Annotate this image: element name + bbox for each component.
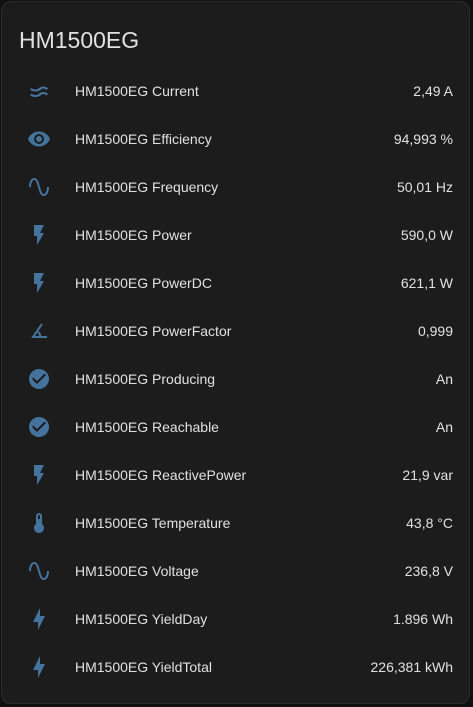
entity-label: HM1500EG Power bbox=[75, 227, 192, 243]
entity-row[interactable]: HM1500EG YieldDay 1.896 Wh bbox=[2, 595, 469, 643]
entity-row[interactable]: HM1500EG Voltage 236,8 V bbox=[2, 547, 469, 595]
entity-value: 1.896 Wh bbox=[393, 611, 453, 627]
entity-value: 43,8 °C bbox=[406, 515, 453, 531]
thermometer-icon bbox=[27, 511, 51, 535]
entity-label: HM1500EG YieldDay bbox=[75, 611, 208, 627]
entity-value: 621,1 W bbox=[400, 275, 453, 291]
entity-value: 236,8 V bbox=[404, 563, 453, 579]
lightning-bolt-icon bbox=[27, 607, 51, 631]
entity-label: HM1500EG ReactivePower bbox=[75, 467, 247, 483]
entity-row[interactable]: HM1500EG PowerDC 621,1 W bbox=[2, 259, 469, 307]
entity-row[interactable]: HM1500EG PowerFactor 0,999 bbox=[2, 307, 469, 355]
entity-value: 226,381 kWh bbox=[370, 659, 454, 675]
entity-label: HM1500EG Producing bbox=[75, 371, 216, 387]
entity-value: 0,999 bbox=[417, 323, 453, 339]
entity-value: 590,0 W bbox=[400, 227, 453, 243]
lightning-bolt-icon bbox=[27, 655, 51, 679]
entity-value: 94,993 % bbox=[393, 131, 453, 147]
angle-acute-icon bbox=[27, 319, 51, 343]
flash-icon bbox=[27, 223, 51, 247]
flash-icon bbox=[27, 463, 51, 487]
entity-label: HM1500EG Current bbox=[75, 83, 199, 99]
entity-label: HM1500EG Temperature bbox=[75, 515, 231, 531]
sine-wave-icon bbox=[27, 175, 51, 199]
entity-row[interactable]: HM1500EG Producing An bbox=[2, 355, 469, 403]
entities-card: HM1500EG HM1500EG Current 2,49 A HM1500EG … bbox=[1, 1, 470, 704]
check-circle-icon bbox=[27, 367, 51, 391]
entity-value: An bbox=[435, 419, 453, 435]
entity-value: An bbox=[435, 371, 453, 387]
entity-row[interactable]: HM1500EG ReactivePower 21,9 var bbox=[2, 451, 469, 499]
entity-list: HM1500EG Current 2,49 A HM1500EG Efficienc… bbox=[2, 67, 469, 691]
card-title: HM1500EG bbox=[19, 27, 140, 53]
eye-icon bbox=[27, 127, 51, 151]
entity-value: 21,9 var bbox=[402, 467, 453, 483]
sine-wave-icon bbox=[27, 559, 51, 583]
current-ac-icon bbox=[27, 79, 51, 103]
entity-row[interactable]: HM1500EG Efficiency 94,993 % bbox=[2, 115, 469, 163]
entity-row[interactable]: HM1500EG YieldTotal 226,381 kWh bbox=[2, 643, 469, 691]
entity-label: HM1500EG Voltage bbox=[75, 563, 199, 579]
entity-row[interactable]: HM1500EG Power 590,0 W bbox=[2, 211, 469, 259]
entity-label: HM1500EG Reachable bbox=[75, 419, 219, 435]
entity-row[interactable]: HM1500EG Temperature 43,8 °C bbox=[2, 499, 469, 547]
entity-label: HM1500EG PowerDC bbox=[75, 275, 212, 291]
entity-value: 50,01 Hz bbox=[396, 179, 453, 195]
entity-row[interactable]: HM1500EG Frequency 50,01 Hz bbox=[2, 163, 469, 211]
check-circle-icon bbox=[27, 415, 51, 439]
flash-icon bbox=[27, 271, 51, 295]
entity-row[interactable]: HM1500EG Reachable An bbox=[2, 403, 469, 451]
entity-value: 2,49 A bbox=[413, 83, 453, 99]
entity-label: HM1500EG Efficiency bbox=[75, 131, 212, 147]
entity-label: HM1500EG Frequency bbox=[75, 179, 219, 195]
entity-row[interactable]: HM1500EG Current 2,49 A bbox=[2, 67, 469, 115]
entity-label: HM1500EG PowerFactor bbox=[75, 323, 232, 339]
entity-label: HM1500EG YieldTotal bbox=[75, 659, 212, 675]
